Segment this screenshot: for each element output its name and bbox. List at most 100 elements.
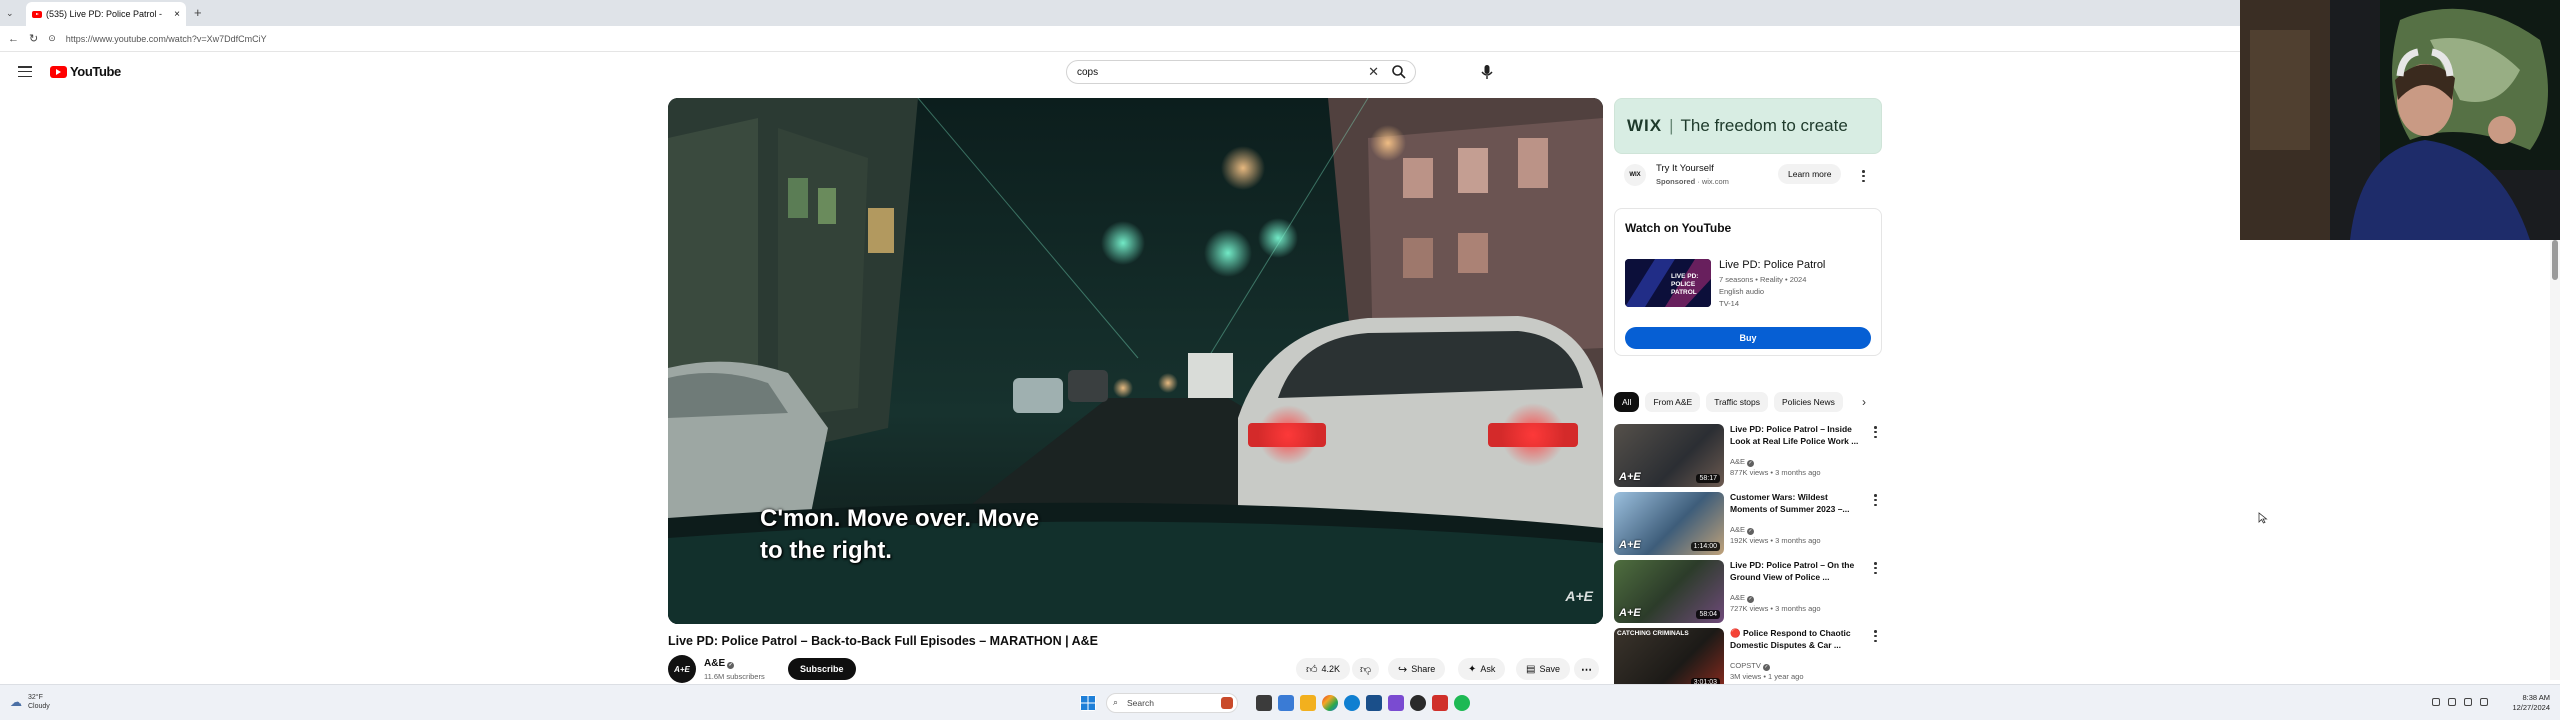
verified-check-icon: ✓ [1747, 596, 1755, 603]
voice-search-mic-icon[interactable] [1478, 63, 1496, 81]
ad-title[interactable]: Try It Yourself [1656, 163, 1714, 174]
recommendation-channel: A&E ✓ [1730, 457, 1755, 467]
clear-search-icon[interactable]: ✕ [1368, 64, 1379, 80]
system-clock[interactable]: 8:38 AM 12/27/2024 [2512, 693, 2550, 713]
obs-icon[interactable] [1410, 695, 1426, 711]
volume-icon[interactable] [2464, 698, 2472, 706]
recommendation-channel: COPSTV ✓ [1730, 661, 1770, 671]
recommendation-menu-icon[interactable] [1874, 494, 1877, 506]
more-actions-button[interactable]: ⋯ [1574, 658, 1599, 680]
new-tab-button[interactable]: + [194, 5, 202, 20]
recommendation-item[interactable]: A+E 58:17 Live PD: Police Patrol – Insid… [1614, 424, 1884, 490]
weather-condition: Cloudy [28, 703, 50, 710]
chip-policies-news[interactable]: Policies News [1774, 392, 1843, 412]
tab-menu-chevron-icon[interactable]: ⌄ [6, 8, 14, 19]
edge-icon[interactable] [1344, 695, 1360, 711]
ask-label: Ask [1480, 664, 1496, 674]
search-input[interactable]: cops ✕ [1066, 60, 1416, 84]
sparkle-icon: ✦ [1468, 663, 1477, 675]
ad-sponsored-line: Sponsored · wix.com [1656, 177, 1729, 186]
chips-next-chevron-icon[interactable]: › [1862, 395, 1866, 409]
recommendation-menu-icon[interactable] [1874, 630, 1877, 642]
folder-icon[interactable] [1300, 695, 1316, 711]
tray-chevron-icon[interactable] [2432, 698, 2440, 706]
subscribe-button[interactable]: Subscribe [788, 658, 856, 680]
recommendation-title[interactable]: Live PD: Police Patrol – Inside Look at … [1730, 424, 1866, 447]
recommendation-item[interactable]: A+E 58:04 Live PD: Police Patrol – On th… [1614, 560, 1884, 626]
recommendation-thumbnail[interactable]: A+E 58:17 [1614, 424, 1724, 487]
hamburger-menu-icon[interactable] [18, 66, 32, 77]
learn-more-button[interactable]: Learn more [1778, 164, 1842, 184]
save-playlist-icon: ▤ [1526, 663, 1536, 675]
recommendation-item[interactable]: A+E 1:14:00 Customer Wars: Wildest Momen… [1614, 492, 1884, 558]
channel-name[interactable]: A&E ✓ [704, 658, 735, 669]
advertiser-logo[interactable]: WIX [1624, 164, 1646, 186]
video-player[interactable]: C'mon. Move over. Move to the right. A+E [668, 98, 1603, 624]
windows-start-icon[interactable] [1080, 695, 1096, 711]
show-meta-audio: English audio [1719, 287, 1765, 296]
like-button[interactable]: 👍︎ 4.2K [1296, 658, 1351, 680]
recommendation-menu-icon[interactable] [1874, 562, 1877, 574]
task-view-icon[interactable] [1256, 695, 1272, 711]
recommendation-channel: A&E ✓ [1730, 593, 1755, 603]
youtube-favicon-icon [32, 10, 42, 18]
taskbar-search-placeholder: Search [1127, 698, 1154, 708]
recommendation-title[interactable]: Live PD: Police Patrol – On the Ground V… [1730, 560, 1866, 583]
clock-date: 12/27/2024 [2512, 703, 2550, 712]
show-thumbnail[interactable]: LIVE PD: POLICE PATROL [1625, 259, 1711, 307]
recommendation-thumbnail[interactable]: CATCHING CRIMINALS 3:01:03 [1614, 628, 1724, 691]
discord-icon[interactable] [1388, 695, 1404, 711]
youtube-logo[interactable]: YouTube [50, 64, 121, 79]
sponsored-label: Sponsored [1656, 177, 1696, 186]
chrome-icon[interactable] [1322, 695, 1338, 711]
chip-from-ae[interactable]: From A&E [1645, 392, 1701, 412]
dislike-button[interactable]: 👎︎ [1352, 658, 1380, 680]
save-button[interactable]: ▤ Save [1516, 658, 1570, 680]
battery-icon[interactable] [2480, 698, 2488, 706]
browser-tab-strip: ⌄ (535) Live PD: Police Patrol - × + [0, 0, 2240, 26]
spotify-icon[interactable] [1454, 695, 1470, 711]
webcam-feed [2240, 0, 2560, 240]
app-icon[interactable] [1366, 695, 1382, 711]
ad-menu-icon[interactable] [1862, 170, 1865, 182]
address-bar-url[interactable]: https://www.youtube.com/watch?v=Xw7DdfCm… [66, 34, 267, 44]
webcam-overlay [2240, 0, 2560, 240]
video-subtitle: C'mon. Move over. Move to the right. [760, 505, 1040, 564]
recommendation-title[interactable]: 🔴 Police Respond to Chaotic Domestic Dis… [1730, 628, 1866, 651]
back-arrow-icon[interactable]: ← [8, 33, 19, 45]
recommendation-channel-name: A&E [1730, 593, 1746, 602]
chip-traffic-stops[interactable]: Traffic stops [1706, 392, 1769, 412]
share-button[interactable]: ↪ Share [1388, 658, 1446, 680]
recommendation-thumbnail[interactable]: A+E 1:14:00 [1614, 492, 1724, 555]
taskbar-search-box[interactable]: ⌕ Search [1106, 693, 1238, 713]
app-red-icon[interactable] [1432, 695, 1448, 711]
weather-widget[interactable]: ☁ 32°F Cloudy [10, 693, 50, 711]
wix-ad-banner[interactable]: WIX | The freedom to create [1614, 98, 1882, 154]
ask-button[interactable]: ✦ Ask [1458, 658, 1506, 680]
network-icon[interactable] [2448, 698, 2456, 706]
ad-info-row: WIX Try It Yourself Sponsored · wix.com … [1614, 156, 1882, 196]
file-explorer-icon[interactable] [1278, 695, 1294, 711]
show-title[interactable]: Live PD: Police Patrol [1719, 259, 1825, 271]
scrollbar-thumb[interactable] [2552, 240, 2558, 280]
recommendation-thumbnail[interactable]: A+E 58:04 [1614, 560, 1724, 623]
recommendation-title[interactable]: Customer Wars: Wildest Moments of Summer… [1730, 492, 1866, 515]
watch-on-youtube-heading: Watch on YouTube [1625, 221, 1732, 235]
browser-tab[interactable]: (535) Live PD: Police Patrol - × [26, 2, 186, 26]
recommendation-channel-name: COPSTV [1730, 661, 1761, 670]
clock-time: 8:38 AM [2522, 693, 2550, 702]
site-info-icon[interactable]: ⊙ [48, 33, 56, 44]
recommendation-menu-icon[interactable] [1874, 426, 1877, 438]
filter-chips: All From A&E Traffic stops Policies News [1614, 392, 1882, 412]
channel-avatar[interactable]: A+E [668, 655, 696, 683]
recommendation-meta: 877K views • 3 months ago [1730, 468, 1821, 477]
chip-all[interactable]: All [1614, 392, 1640, 412]
buy-button[interactable]: Buy [1625, 327, 1871, 349]
recommendation-badge: A+E [1619, 539, 1641, 551]
search-icon[interactable] [1391, 64, 1407, 80]
video-duration: 1:14:00 [1690, 542, 1720, 551]
reload-icon[interactable]: ↻ [29, 32, 38, 45]
tab-close-icon[interactable]: × [174, 9, 180, 20]
page-scrollbar[interactable] [2550, 240, 2560, 680]
recommendation-meta: 3M views • 1 year ago [1730, 672, 1804, 681]
